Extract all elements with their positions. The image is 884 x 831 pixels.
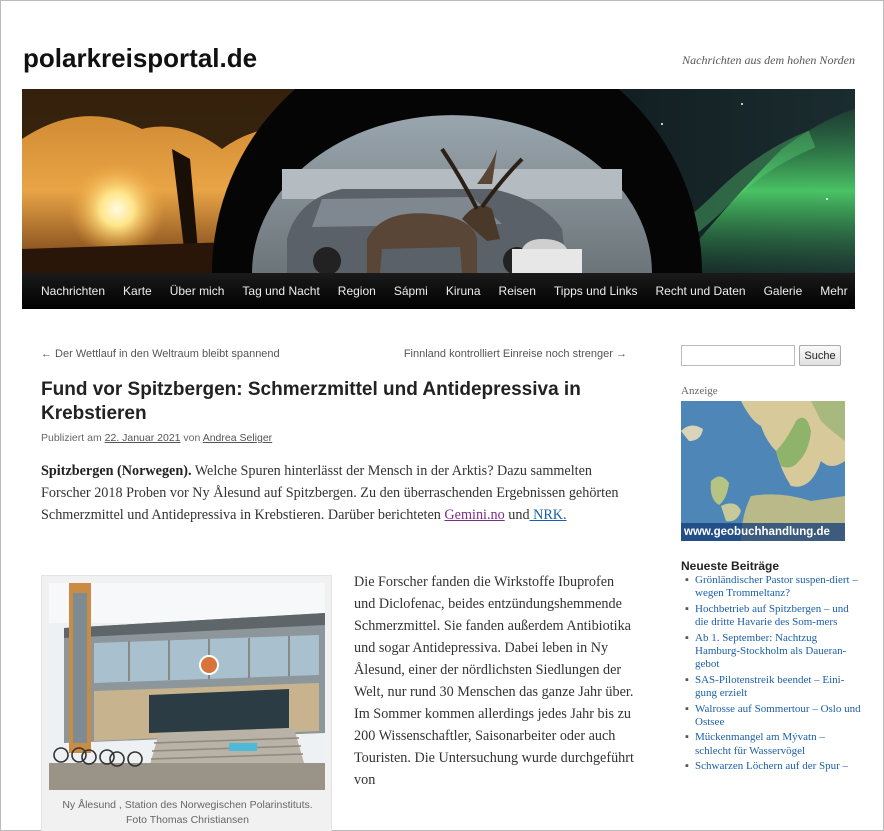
- recent-post-link[interactable]: SAS-Pilotenstreik beendet – Eini-gung er…: [695, 674, 844, 699]
- nav-item-karte[interactable]: Karte: [114, 284, 161, 298]
- nav-item-mehr[interactable]: Mehr: [811, 284, 856, 298]
- ad-banner-map[interactable]: www.geobuchhandlung.de: [681, 401, 845, 541]
- bullet-icon: ▪: [685, 602, 689, 615]
- meta-prefix: Publiziert am: [41, 432, 105, 444]
- ad-url-label: www.geobuchhandlung.de: [681, 523, 845, 541]
- recent-posts-list: ▪ Grönländischer Pastor suspen-diert – we…: [685, 574, 863, 776]
- recent-post-item[interactable]: ▪ Mückenmangel am Mývatn – schlecht für W…: [685, 731, 863, 758]
- recent-post-item[interactable]: ▪ Hochbetrieb auf Spitzbergen – und die d…: [685, 603, 863, 630]
- search-input[interactable]: [681, 345, 795, 366]
- meta-by: von: [180, 432, 203, 444]
- nav-item-nachrichten[interactable]: Nachrichten: [32, 284, 114, 298]
- nav-item-kiruna[interactable]: Kiruna: [437, 284, 490, 298]
- nav-item-sapmi[interactable]: Sápmi: [385, 284, 437, 298]
- bullet-icon: ▪: [685, 731, 689, 744]
- article-title: Fund vor Spitzbergen: Schmerzmittel und …: [41, 379, 581, 424]
- nrk-link[interactable]: NRK.: [530, 507, 567, 523]
- recent-post-item[interactable]: ▪ Walrosse auf Sommertour – Oslo und Osts…: [685, 703, 863, 730]
- main-navigation: Nachrichten Karte Über mich Tag und Nach…: [22, 273, 855, 309]
- nav-item-tipps-und-links[interactable]: Tipps und Links: [545, 284, 647, 298]
- figure-caption-line-1: Ny Ålesund , Station des Norwegischen Po…: [62, 799, 313, 811]
- figure-caption: Ny Ålesund , Station des Norwegischen Po…: [42, 798, 333, 828]
- header-banner-image[interactable]: [22, 89, 855, 273]
- bullet-icon: ▪: [685, 574, 689, 586]
- author-link[interactable]: Andrea Seliger: [203, 432, 272, 444]
- bullet-icon: ▪: [685, 631, 689, 644]
- site-title[interactable]: polarkreisportal.de: [23, 43, 257, 74]
- station-photo[interactable]: [49, 583, 325, 790]
- nav-item-recht-und-daten[interactable]: Recht und Daten: [647, 284, 755, 298]
- recent-post-link[interactable]: Walrosse auf Sommertour – Oslo und Ostse…: [695, 703, 861, 728]
- recent-post-link[interactable]: Mückenmangel am Mývatn – schlecht für Wa…: [695, 731, 825, 756]
- nav-item-tag-und-nacht[interactable]: Tag und Nacht: [233, 284, 328, 298]
- lead-location: Spitzbergen (Norwegen).: [41, 463, 192, 479]
- figure-caption-line-2: Foto Thomas Christiansen: [126, 814, 249, 826]
- recent-post-item[interactable]: ▪ SAS-Pilotenstreik beendet – Eini-gung e…: [685, 674, 863, 701]
- page: polarkreisportal.de Nachrichten aus dem …: [0, 0, 884, 831]
- lead-and: und: [504, 507, 530, 523]
- nav-item-ueber-mich[interactable]: Über mich: [161, 284, 234, 298]
- gemini-link[interactable]: Gemini.no: [444, 507, 504, 523]
- article-figure: Ny Ålesund , Station des Norwegischen Po…: [41, 575, 332, 831]
- article-meta: Publiziert am 22. Januar 2021 von Andrea…: [41, 432, 272, 444]
- article-body-paragraph: Die Forscher fanden die Wirkstoffe Ibupr…: [354, 574, 634, 788]
- bullet-icon: ▪: [685, 702, 689, 715]
- recent-post-item[interactable]: ▪ Ab 1. September: Nachtzug Hamburg-Stock…: [685, 632, 863, 672]
- recent-post-link[interactable]: Grönländischer Pastor suspen-diert – weg…: [695, 574, 858, 599]
- bullet-icon: ▪: [685, 760, 689, 773]
- recent-post-link[interactable]: Ab 1. September: Nachtzug Hamburg-Stockh…: [695, 632, 846, 671]
- article-date-link[interactable]: 22. Januar 2021: [105, 432, 181, 444]
- bullet-icon: ▪: [685, 673, 689, 686]
- search-button[interactable]: Suche: [799, 345, 841, 366]
- recent-posts-title: Neueste Beiträge: [681, 559, 780, 573]
- nav-item-galerie[interactable]: Galerie: [755, 284, 812, 298]
- recent-post-item[interactable]: ▪ Grönländischer Pastor suspen-diert – we…: [685, 574, 863, 601]
- next-post-link[interactable]: Finnland kontrolliert Einreise noch stre…: [404, 348, 627, 360]
- nav-item-region[interactable]: Region: [329, 284, 385, 298]
- nav-item-reisen[interactable]: Reisen: [490, 284, 545, 298]
- recent-post-item[interactable]: ▪ Schwarzen Löchern auf der Spur –: [685, 760, 863, 773]
- site-description: Nachrichten aus dem hohen Norden: [682, 53, 855, 67]
- ad-label: Anzeige: [681, 385, 718, 397]
- previous-post-link[interactable]: ← Der Wettlauf in den Weltraum bleibt sp…: [41, 348, 280, 360]
- recent-post-link[interactable]: Hochbetrieb auf Spitzbergen – und die dr…: [695, 603, 849, 628]
- recent-post-link[interactable]: Schwarzen Löchern auf der Spur –: [695, 760, 848, 772]
- article-lead: Spitzbergen (Norwegen). Welche Spuren hi…: [41, 460, 631, 526]
